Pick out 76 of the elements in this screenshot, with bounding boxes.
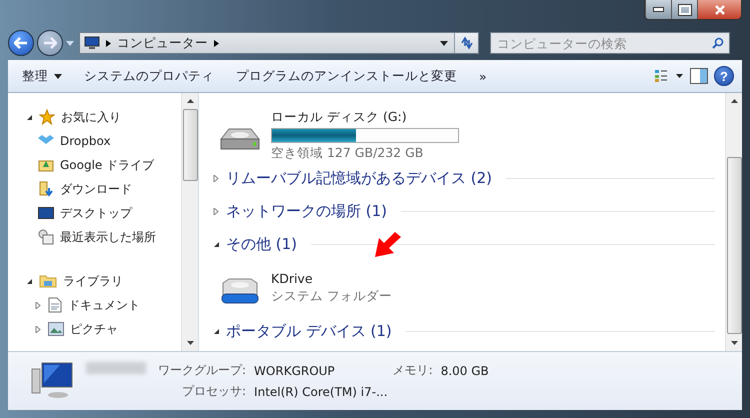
star-icon [39,109,55,125]
collapsed-arrow-icon[interactable] [35,326,42,332]
forward-button[interactable] [37,30,63,56]
caret-icon [54,74,62,78]
back-button[interactable] [8,30,34,56]
recent-places-icon [38,229,54,245]
item-type: システム フォルダー [271,288,392,305]
sidebar-item[interactable]: お気に入り [61,108,121,126]
expanded-arrow-icon[interactable] [213,241,220,248]
chevron-icon [106,40,111,46]
help-button[interactable]: ? [714,66,734,86]
expanded-arrow-icon[interactable] [26,114,33,120]
detail-value: Intel(R) Core(TM) i7-... [254,384,389,398]
forward-arrow-icon [43,37,57,49]
group-header[interactable]: リムーバブル記憶域があるデバイス (2) [226,169,492,188]
sidebar-item[interactable]: ドキュメント [68,296,140,314]
computer-icon [84,36,100,50]
picture-icon [48,322,64,336]
sidebar-item[interactable]: 最近表示した場所 [60,228,156,246]
chevron-icon [214,40,219,46]
scroll-down-icon[interactable] [730,341,738,345]
detail-value: WORKGROUP [254,364,336,378]
collapsed-arrow-icon[interactable] [35,302,42,308]
sidebar-item[interactable]: Google ドライブ [60,156,154,174]
toolbar-button[interactable]: 整理 [14,64,70,88]
desktop-icon [38,206,54,220]
drive-name[interactable]: ローカル ディスク (G:) [271,109,459,126]
minimize-button[interactable] [645,0,671,19]
maximize-button[interactable] [671,0,697,19]
collapsed-arrow-icon[interactable] [213,208,220,215]
document-icon [48,297,62,313]
scrollbar[interactable] [181,93,198,351]
group-header[interactable]: ネットワークの場所 (1) [226,202,388,221]
detail-value: 8.00 GB [440,364,490,378]
folder-icon [39,274,57,288]
toolbar-button[interactable]: プログラムのアンインストールと変更 [228,64,465,88]
scrollbar[interactable] [725,93,742,351]
search-field[interactable]: コンピューターの検索 [490,32,730,54]
drive-folder-icon [38,158,54,172]
group-header[interactable]: ポータブル デバイス (1) [226,322,392,341]
group-header[interactable]: その他 (1) [226,235,298,254]
collapsed-arrow-icon[interactable] [213,175,220,182]
detail-label: メモリ: [392,362,433,379]
free-space-text: 空き領域 127 GB/232 GB [271,145,424,162]
toolbar-button[interactable]: システムのプロパティ [76,64,222,88]
sidebar-item[interactable]: デスクトップ [60,204,132,222]
close-button[interactable] [697,0,741,19]
computer-icon [30,361,74,401]
sidebar-item[interactable]: ダウンロード [60,180,132,198]
search-icon [712,37,724,49]
address-bar[interactable]: コンピューター [79,32,479,54]
expanded-arrow-icon[interactable] [26,278,33,284]
view-options-icon[interactable] [654,69,684,83]
sidebar-item[interactable]: Dropbox [60,134,111,148]
scroll-thumb[interactable] [182,109,198,181]
sidebar-item[interactable]: ピクチャ [70,320,118,338]
pointer-arrow-icon [373,231,403,259]
detail-label: ワークグループ: [158,362,246,379]
scroll-thumb[interactable] [726,157,742,334]
back-arrow-icon [14,37,28,49]
scroll-up-icon[interactable] [186,99,194,103]
blurred-name [86,362,146,374]
refresh-icon [460,36,474,50]
refresh-button[interactable] [454,33,478,53]
close-icon [714,4,726,14]
item-name[interactable]: KDrive [271,271,392,286]
scroll-up-icon[interactable] [730,99,738,103]
scroll-down-icon[interactable] [186,341,194,345]
overflow-button[interactable]: » [471,64,495,88]
download-folder-icon [38,181,54,197]
dropdown-arrow-icon[interactable] [440,40,448,46]
expanded-arrow-icon[interactable] [213,328,220,335]
breadcrumb[interactable]: コンピューター [117,34,208,52]
detail-label: プロセッサ: [181,383,246,400]
sidebar-item[interactable]: ライブラリ [63,272,123,290]
preview-pane-icon[interactable] [690,68,708,84]
